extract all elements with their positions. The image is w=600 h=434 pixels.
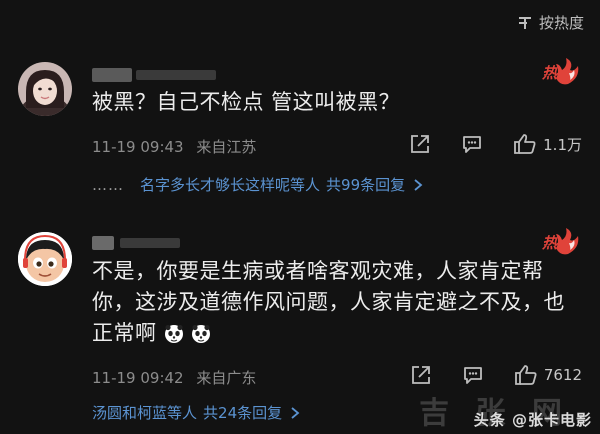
share-button[interactable] bbox=[410, 364, 432, 386]
username-blurred bbox=[92, 68, 132, 82]
reply-user-names: 名字多长才够长这样呢 bbox=[140, 176, 291, 194]
svg-text:热: 热 bbox=[541, 234, 559, 252]
watermark: 吉 张 网 头条 @张卡电影 bbox=[419, 396, 592, 431]
panda-emoji-icon bbox=[191, 322, 211, 353]
reply-count: 共99条回复 bbox=[326, 176, 406, 194]
watermark-large: 吉 张 网 bbox=[419, 396, 570, 431]
reply-dots: …… bbox=[92, 175, 124, 194]
like-button[interactable]: 1.1万 bbox=[513, 133, 582, 155]
comment-meta: 11-19 09:42 来自广东 bbox=[92, 367, 256, 388]
avatar[interactable] bbox=[18, 232, 72, 286]
view-replies-link[interactable]: 汤圆和柯蓝 等人 共24条回复 bbox=[92, 402, 300, 423]
comment-text: 不是，你要是生病或者啥客观灾难，人家肯定帮你，这涉及道德作风问题，人家肯定避之不… bbox=[92, 256, 578, 353]
reply-count: 共24条回复 bbox=[203, 404, 283, 422]
comment-date: 11-19 09:43 bbox=[92, 138, 184, 156]
comment-meta: 11-19 09:43 来自江苏 bbox=[92, 136, 256, 157]
avatar[interactable] bbox=[18, 62, 72, 116]
comment-date: 11-19 09:42 bbox=[92, 369, 184, 387]
thumbs-up-icon bbox=[514, 134, 536, 154]
chevron-right-icon bbox=[291, 406, 300, 419]
comment-location: 来自江苏 bbox=[196, 138, 257, 156]
sort-by-popularity-button[interactable]: 按热度 bbox=[517, 12, 584, 33]
panda-emoji-icon bbox=[164, 322, 184, 353]
reply-user-names: 汤圆和柯蓝 bbox=[92, 404, 168, 422]
comment-text: 被黑？自己不检点 管这叫被黑？ bbox=[92, 90, 401, 114]
reply-button[interactable] bbox=[462, 364, 484, 386]
like-count: 7612 bbox=[543, 366, 582, 384]
comment-actions: 1.1万 bbox=[379, 133, 582, 155]
sort-icon bbox=[518, 16, 531, 29]
username-blurred-extension bbox=[136, 70, 216, 80]
username-blurred bbox=[92, 236, 114, 250]
comment-list-page: 按热度 热 被黑？自己不检点 管这叫被黑？ 11-19 09:43 来自江苏 1… bbox=[0, 0, 600, 434]
hot-badge: 热 bbox=[540, 228, 582, 256]
share-button[interactable] bbox=[409, 133, 431, 155]
share-icon bbox=[411, 366, 430, 384]
share-icon bbox=[411, 135, 430, 153]
comment-actions: 7612 bbox=[380, 364, 582, 386]
svg-text:热: 热 bbox=[541, 64, 559, 82]
hot-badge: 热 bbox=[540, 58, 582, 86]
chevron-right-icon bbox=[414, 178, 423, 191]
sort-label: 按热度 bbox=[538, 14, 584, 32]
thumbs-up-icon bbox=[514, 365, 537, 385]
like-button[interactable]: 7612 bbox=[514, 364, 582, 386]
like-count: 1.1万 bbox=[543, 135, 582, 154]
comment-bubble-icon bbox=[463, 367, 482, 384]
reply-button[interactable] bbox=[461, 133, 483, 155]
reply-names-suffix: 等人 bbox=[290, 176, 321, 194]
username-blurred-extension bbox=[120, 238, 180, 248]
view-replies-link[interactable]: …… 名字多长才够长这样呢 等人 共99条回复 bbox=[92, 174, 423, 195]
comment-bubble-icon bbox=[463, 136, 482, 153]
comment-location: 来自广东 bbox=[196, 369, 257, 387]
reply-names-suffix: 等人 bbox=[167, 404, 198, 422]
